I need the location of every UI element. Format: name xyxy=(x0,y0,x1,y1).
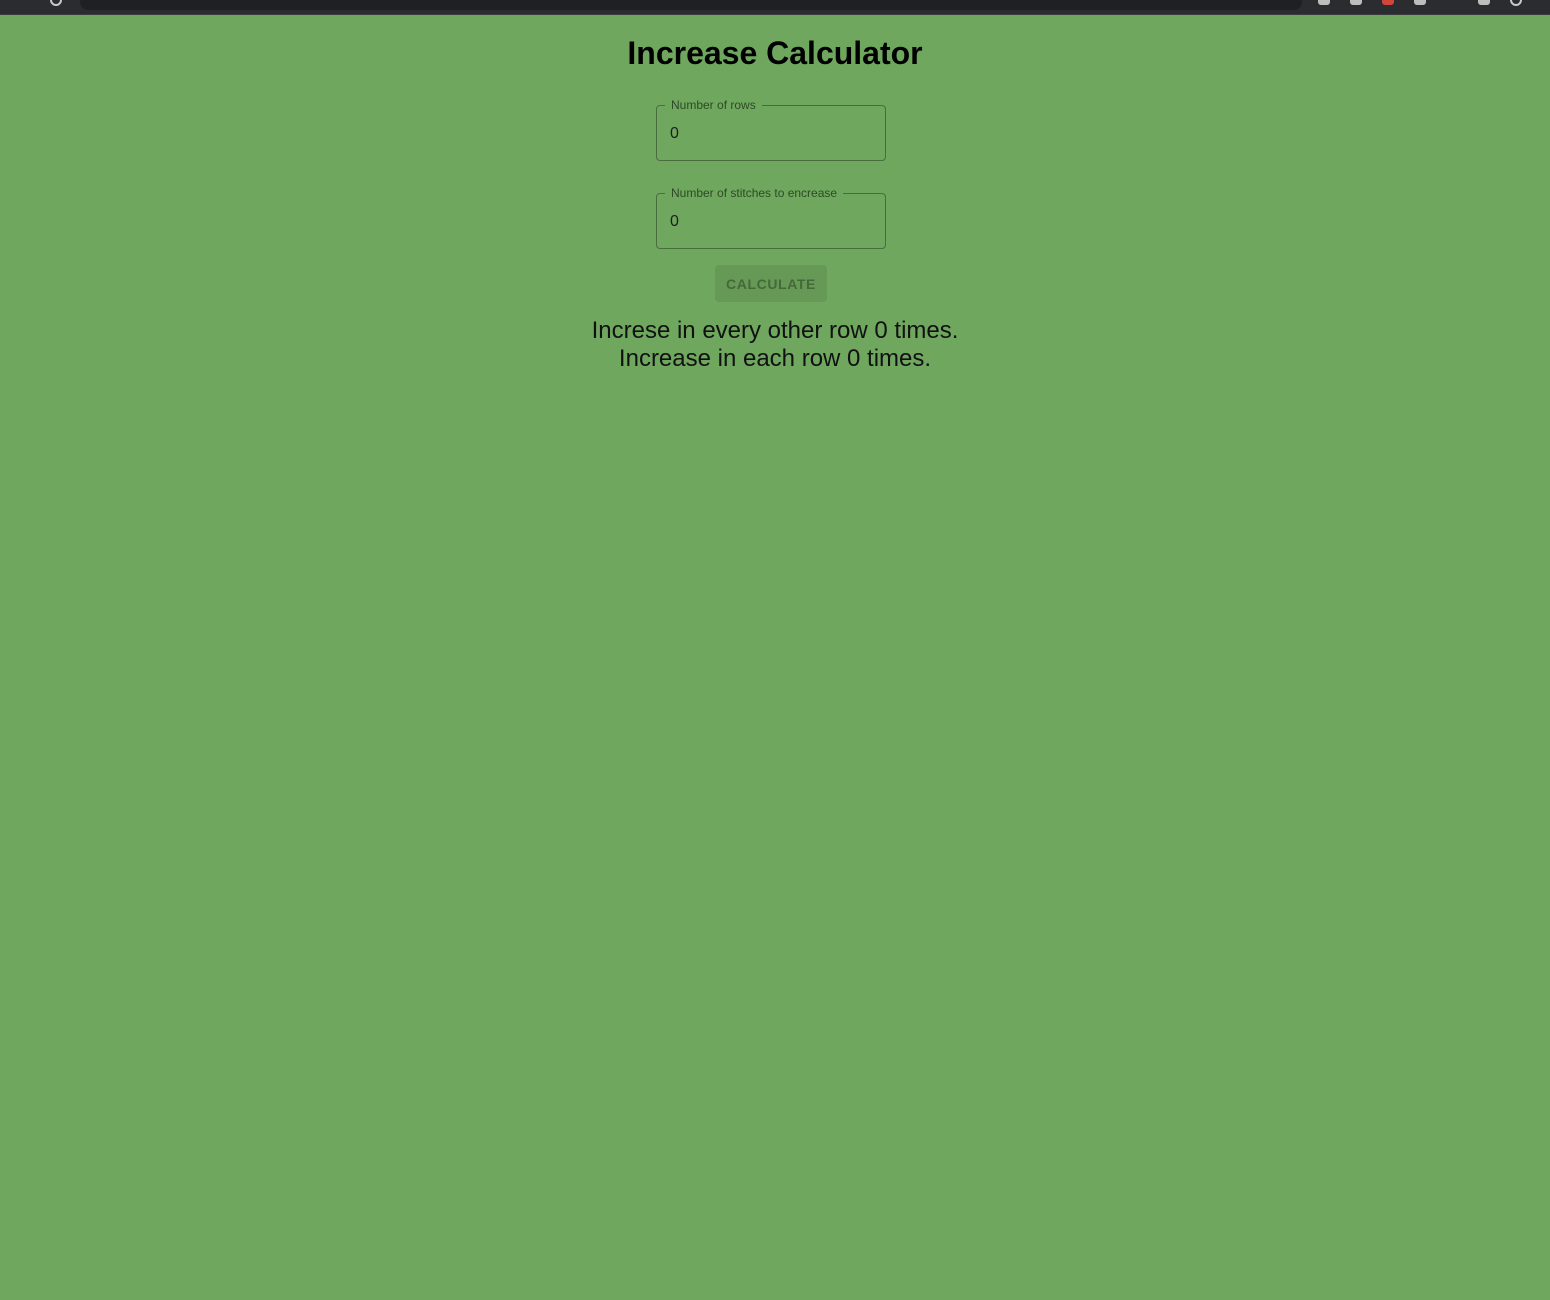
stitches-input[interactable] xyxy=(670,213,870,231)
puzzle-icon[interactable] xyxy=(1414,0,1426,5)
rows-field[interactable]: Number of rows xyxy=(656,98,886,161)
result-each-row: Increase in each row 0 times. xyxy=(618,345,932,372)
stitches-field[interactable]: Number of stitches to encrease xyxy=(656,186,886,249)
reload-icon[interactable] xyxy=(50,0,62,6)
address-bar[interactable] xyxy=(80,0,1302,10)
extension-icon[interactable] xyxy=(1318,0,1330,5)
extension-icon[interactable] xyxy=(1382,0,1394,5)
profile-avatar-icon[interactable] xyxy=(1510,0,1522,6)
browser-toolbar xyxy=(0,0,1550,15)
calculator-page: Increase Calculator Number of rows Numbe… xyxy=(0,15,1550,1300)
result-every-other-row: Increse in every other row 0 times. xyxy=(591,317,959,344)
rows-field-label: Number of rows xyxy=(665,98,762,112)
page-title: Increase Calculator xyxy=(627,35,923,71)
calculate-button[interactable]: CALCULATE xyxy=(715,265,827,302)
window-icon[interactable] xyxy=(1478,0,1490,5)
rows-input[interactable] xyxy=(670,125,870,143)
extension-icon[interactable] xyxy=(1350,0,1362,5)
stitches-field-label: Number of stitches to encrease xyxy=(665,186,844,200)
results: Increse in every other row 0 times. Incr… xyxy=(0,317,1550,373)
